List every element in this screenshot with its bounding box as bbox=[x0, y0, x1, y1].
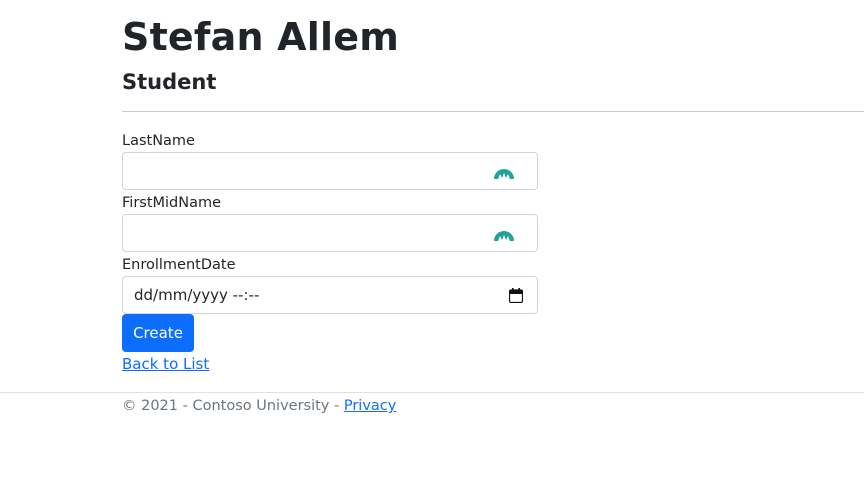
firstmidname-label: FirstMidName bbox=[122, 195, 222, 211]
header-divider bbox=[122, 111, 864, 112]
page-subtitle: Student bbox=[122, 70, 217, 94]
password-manager-icon[interactable] bbox=[493, 224, 515, 242]
enrollmentdate-label: EnrollmentDate bbox=[122, 257, 236, 273]
date-placeholder: dd/mm/yyyy --:-- bbox=[134, 286, 260, 304]
enrollmentdate-input[interactable]: dd/mm/yyyy --:-- bbox=[122, 276, 538, 314]
back-to-list-link[interactable]: Back to List bbox=[122, 355, 209, 373]
lastname-label: LastName bbox=[122, 133, 195, 149]
password-manager-icon[interactable] bbox=[493, 162, 515, 180]
page-title: Stefan Allem bbox=[122, 15, 399, 59]
footer-copyright: © 2021 - Contoso University - bbox=[122, 398, 344, 414]
lastname-input[interactable] bbox=[122, 152, 538, 190]
create-button[interactable]: Create bbox=[122, 314, 194, 352]
footer-divider bbox=[0, 392, 864, 393]
footer: © 2021 - Contoso University - Privacy bbox=[122, 397, 396, 415]
privacy-link[interactable]: Privacy bbox=[344, 398, 397, 414]
firstmidname-input[interactable] bbox=[122, 214, 538, 252]
calendar-icon[interactable] bbox=[509, 288, 523, 303]
